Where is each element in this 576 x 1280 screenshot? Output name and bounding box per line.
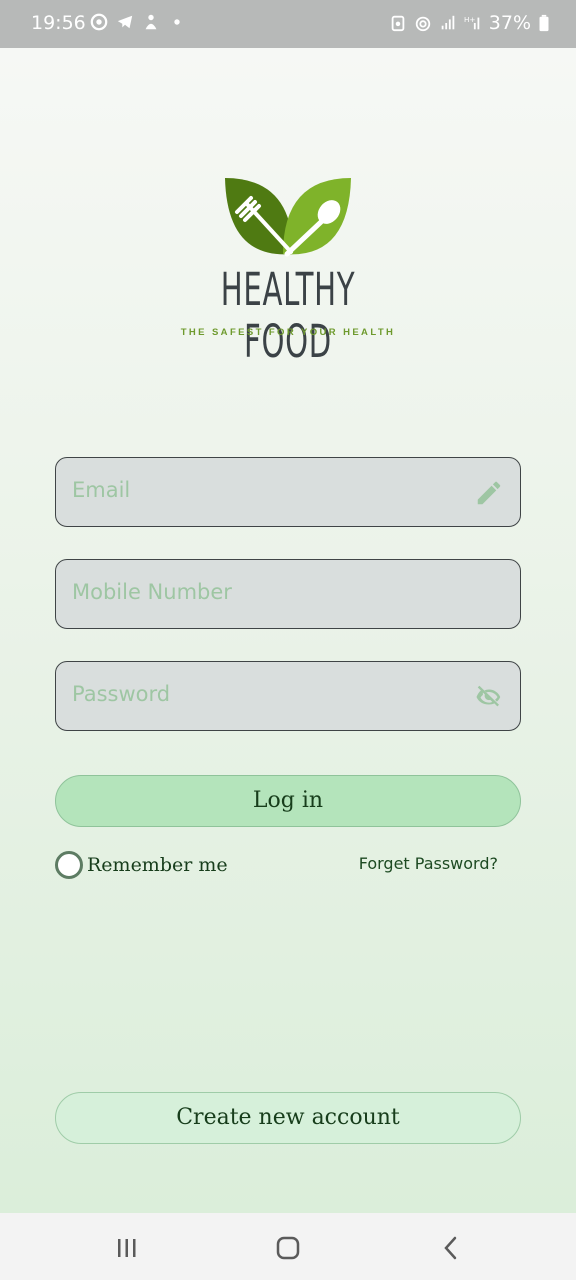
email-field[interactable]: Email: [55, 457, 521, 527]
logo: HEALTHY FOOD THE SAFEST FOR YOUR HEALTH: [175, 176, 401, 368]
battery-icon: [539, 14, 549, 32]
back-icon[interactable]: [436, 1233, 466, 1263]
alarm-icon: [391, 15, 405, 32]
create-account-button[interactable]: Create new account: [55, 1092, 521, 1144]
navigation-bar: [0, 1213, 576, 1280]
telegram-icon: [117, 15, 133, 29]
home-icon[interactable]: [273, 1233, 303, 1263]
battery-percent: 37%: [488, 12, 531, 34]
remember-me-label[interactable]: Remember me: [87, 854, 228, 876]
recent-apps-icon[interactable]: [112, 1233, 142, 1263]
status-time: 19:56: [31, 12, 86, 34]
mobile-placeholder: Mobile Number: [72, 580, 232, 604]
h-plus-signal-icon: H+: [464, 15, 480, 30]
pencil-icon[interactable]: [474, 478, 504, 508]
status-left-icons: [90, 13, 186, 31]
mobile-number-field[interactable]: Mobile Number: [55, 559, 521, 629]
status-bar: 19:56 H+ 37%: [0, 0, 576, 48]
dot-icon: [174, 19, 180, 25]
status-right-icons: H+ 37%: [389, 12, 550, 34]
hotspot-icon: [415, 16, 430, 32]
chrome-icon: [90, 13, 108, 31]
password-field[interactable]: Password: [55, 661, 521, 731]
password-placeholder: Password: [72, 682, 171, 706]
remember-me[interactable]: Remember me: [55, 851, 228, 879]
logo-tagline: THE SAFEST FOR YOUR HEALTH: [180, 327, 396, 338]
login-button[interactable]: Log in: [55, 775, 521, 827]
signal-icon: [441, 15, 455, 30]
forgot-password-link[interactable]: Forget Password?: [359, 854, 498, 873]
email-placeholder: Email: [72, 478, 131, 502]
remember-me-radio[interactable]: [55, 851, 83, 879]
app-notification-icon: [145, 14, 157, 30]
logo-title: HEALTHY FOOD: [220, 263, 356, 368]
leaf-utensils-icon: [225, 178, 351, 257]
eye-off-icon[interactable]: [474, 682, 504, 712]
login-screen: HEALTHY FOOD THE SAFEST FOR YOUR HEALTH …: [0, 48, 576, 1213]
svg-text:H+: H+: [464, 15, 475, 24]
